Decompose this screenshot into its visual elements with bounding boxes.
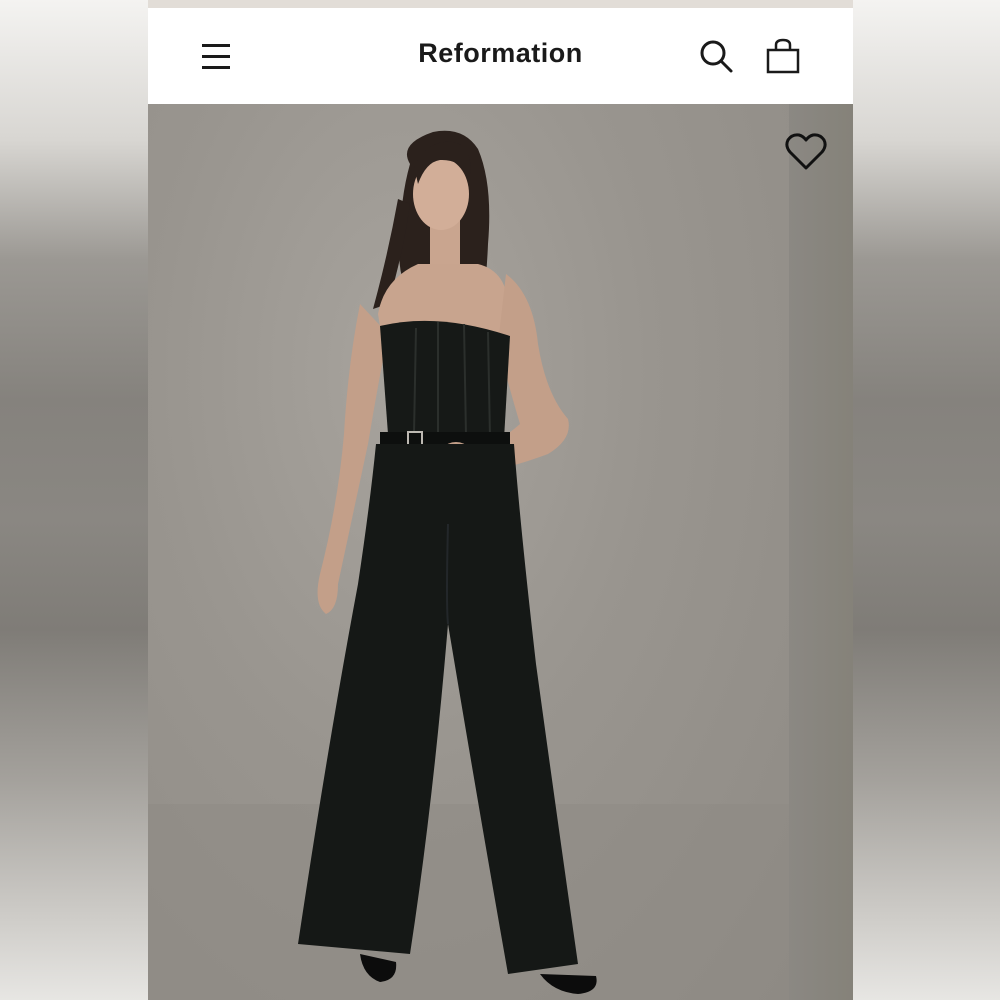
site-header: Reformation	[148, 8, 853, 104]
shopping-bag-icon	[766, 38, 800, 74]
next-product-image-peek[interactable]	[789, 104, 853, 1000]
shopping-bag-button[interactable]	[762, 36, 802, 76]
mobile-screen: Reformation	[148, 0, 853, 1000]
search-icon	[700, 40, 733, 73]
model-photo	[148, 130, 789, 1000]
background-blur-left	[0, 0, 148, 1000]
top-strip	[148, 0, 853, 8]
heart-icon	[785, 133, 827, 170]
search-button[interactable]	[696, 36, 736, 76]
product-image[interactable]	[148, 104, 789, 1000]
brand-logo[interactable]: Reformation	[148, 38, 853, 69]
brand-logo-link[interactable]: Reformation	[418, 38, 583, 68]
background-blur-right	[853, 0, 1000, 1000]
wishlist-button[interactable]	[784, 130, 828, 174]
